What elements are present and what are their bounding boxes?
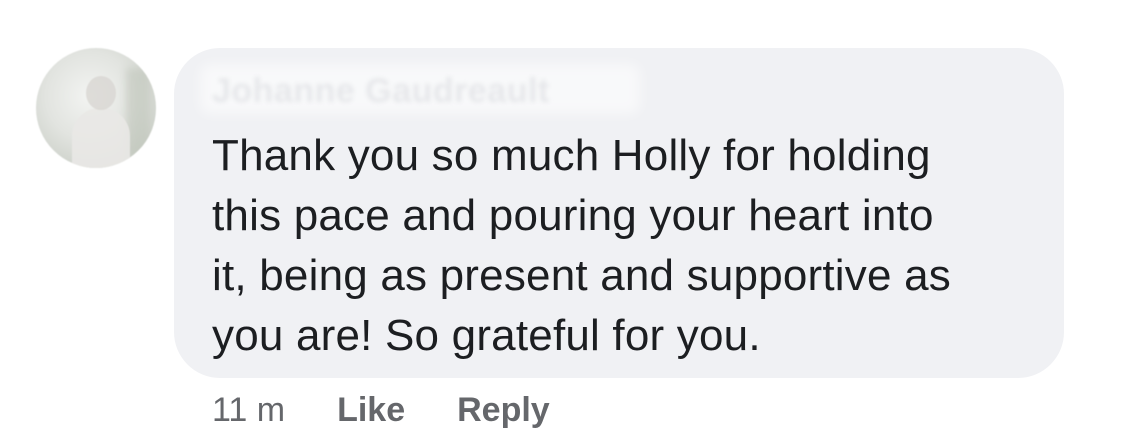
timestamp[interactable]: 11 m bbox=[212, 391, 285, 430]
avatar[interactable] bbox=[36, 48, 156, 168]
comment-text: Thank you so much Holly for holding this… bbox=[212, 126, 1052, 366]
comment-text-line: you are! So grateful for you. bbox=[212, 311, 761, 360]
reply-button[interactable]: Reply bbox=[457, 391, 550, 430]
like-button[interactable]: Like bbox=[337, 391, 405, 430]
comment-text-line: this pace and pouring your heart into bbox=[212, 191, 934, 240]
comment-text-line: Thank you so much Holly for holding bbox=[212, 131, 931, 180]
comment-text-line: it, being as present and supportive as bbox=[212, 251, 951, 300]
avatar-figure-head bbox=[86, 76, 116, 110]
comment: Johanne Gaudreault Thank you so much Hol… bbox=[0, 0, 1125, 444]
comment-meta: 11 m Like Reply bbox=[212, 386, 602, 434]
avatar-figure-body bbox=[72, 108, 130, 168]
author-name[interactable]: Johanne Gaudreault bbox=[212, 72, 550, 111]
